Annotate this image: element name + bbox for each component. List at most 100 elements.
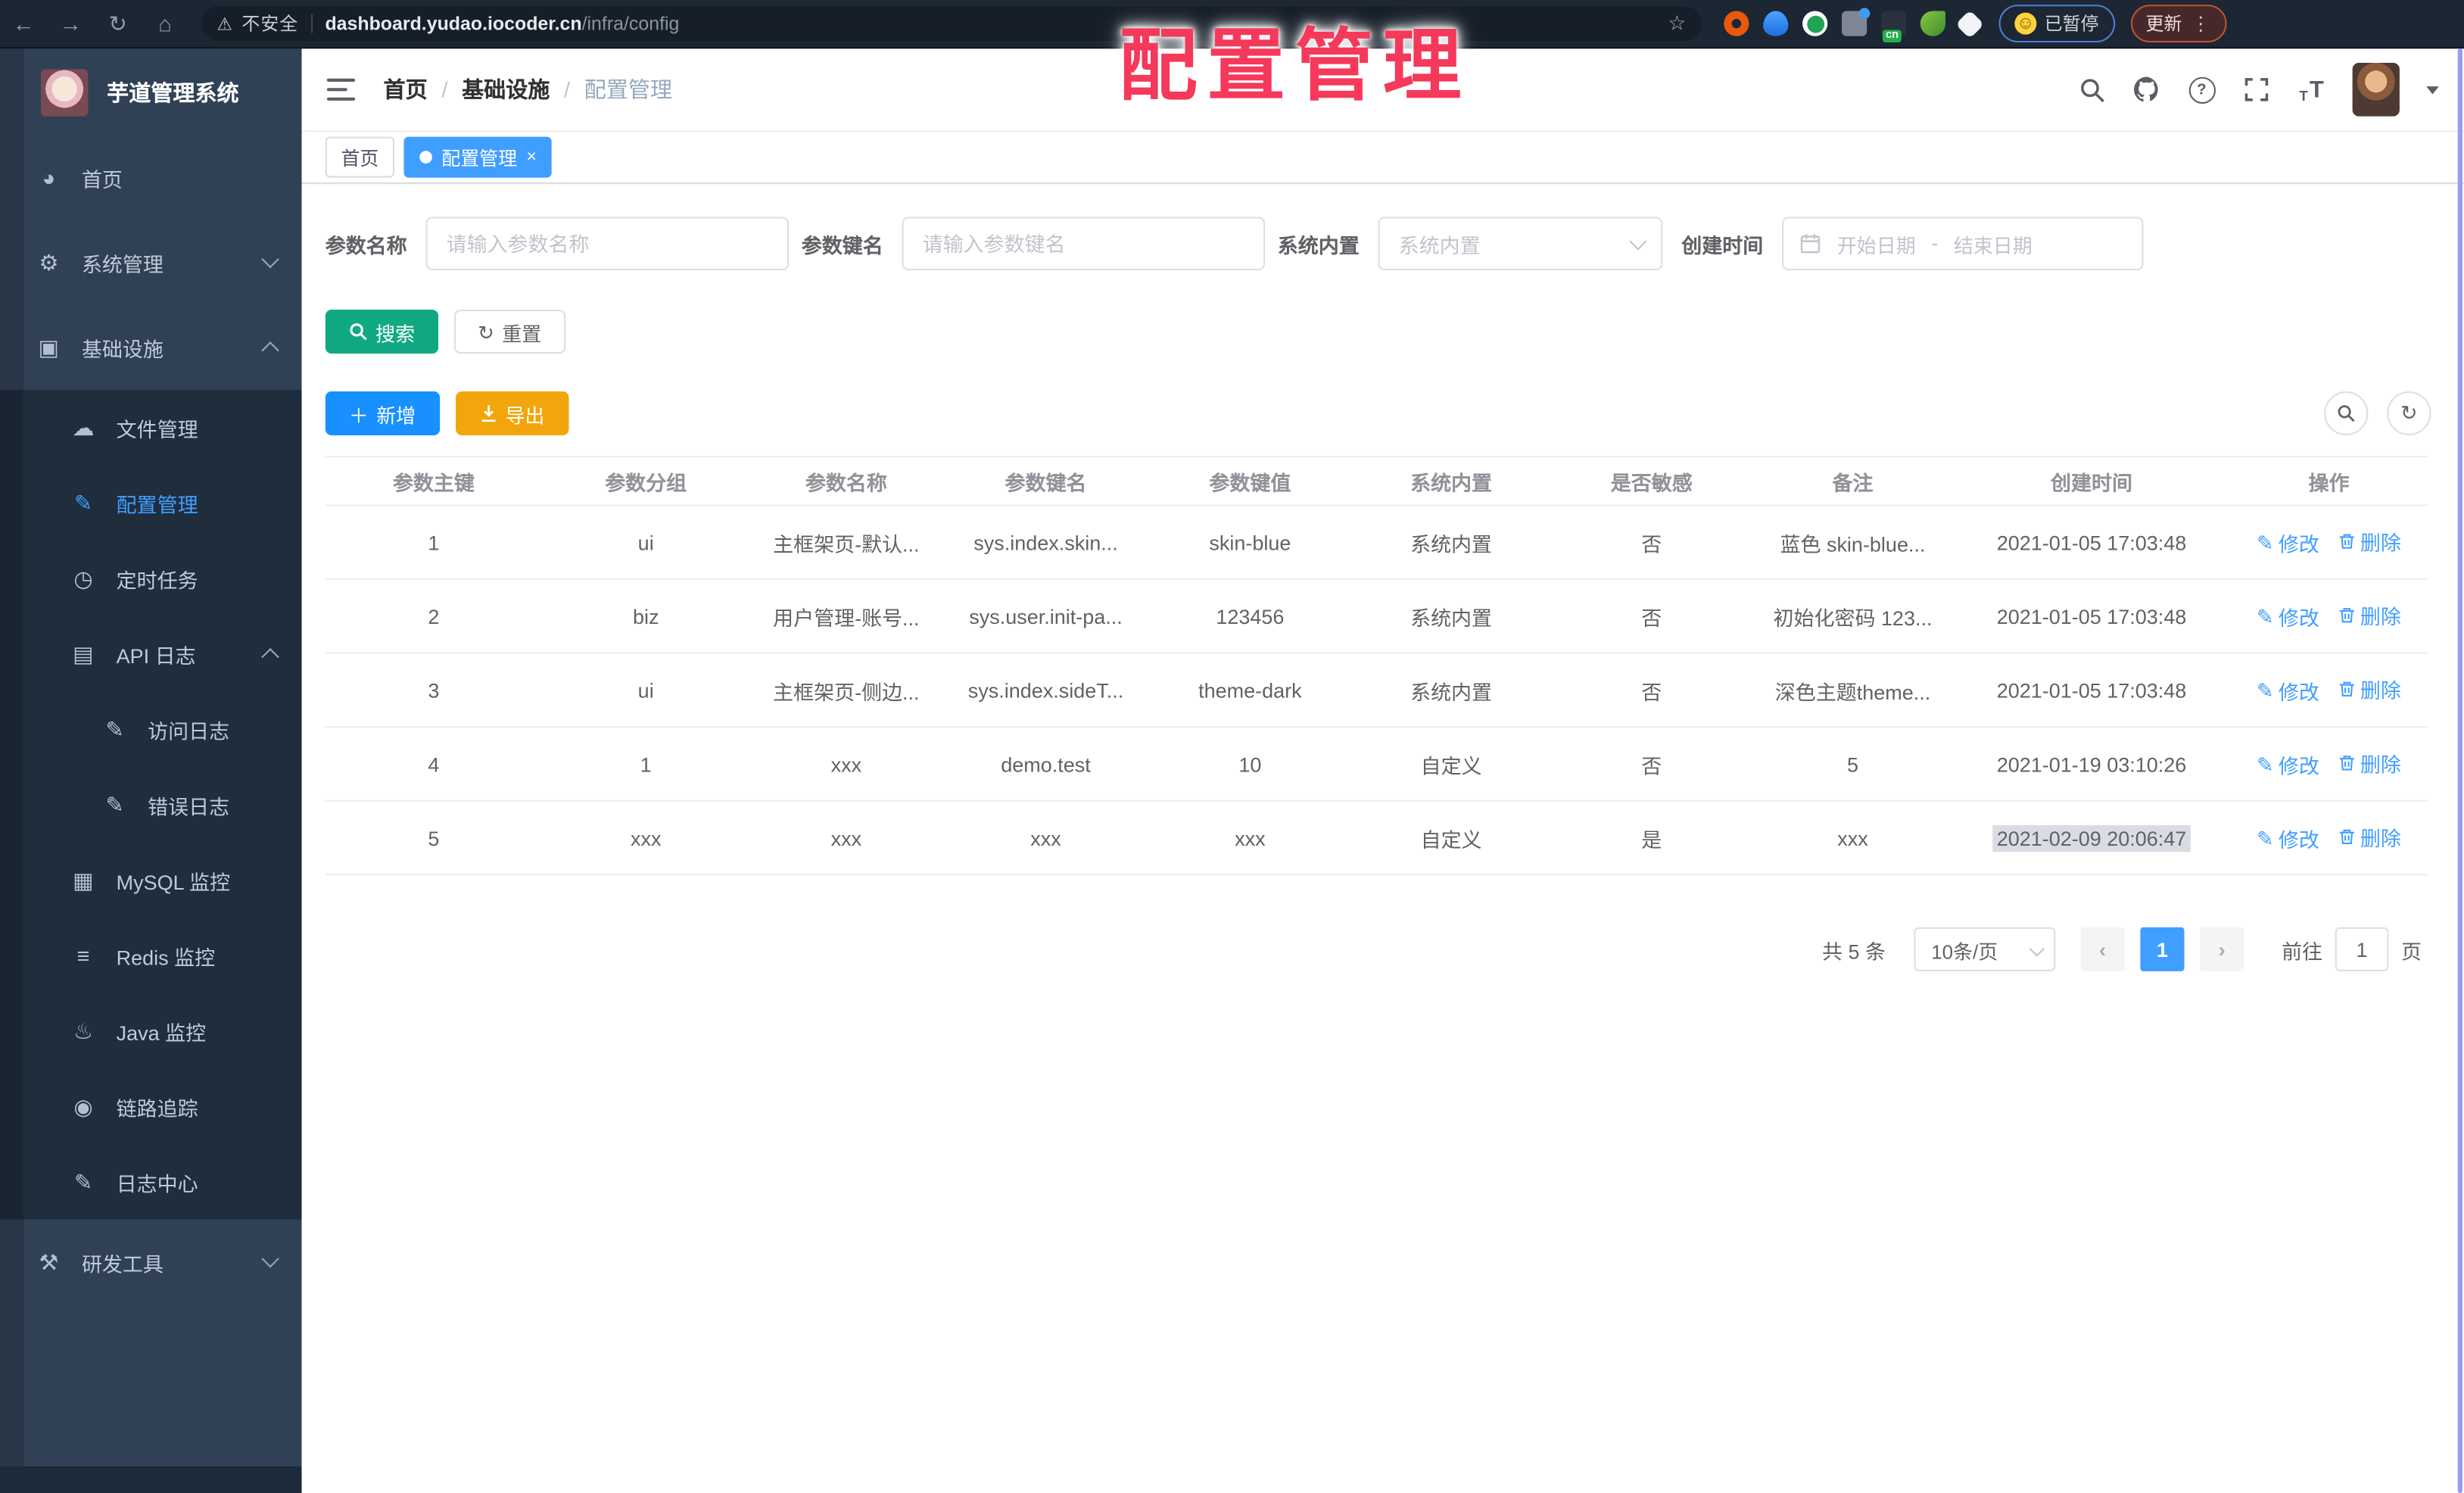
tab-home[interactable]: 首页 [325,136,395,178]
bookmark-star-icon[interactable]: ☆ [1668,11,1686,36]
help-icon[interactable]: ? [2188,76,2216,104]
java-icon: ♨ [73,1018,94,1043]
hide-search-icon-button[interactable] [2324,391,2369,436]
leaf-extension-icon[interactable] [1920,11,1945,36]
sidebar-item-dev-tools[interactable]: ⚒ 研发工具 [0,1220,302,1304]
col-sensitive: 是否敏感 [1550,457,1752,506]
create-time-label: 创建时间 [1681,233,1764,257]
search-button[interactable]: 搜索 [325,309,439,354]
sidebar-item-redis-monitor[interactable]: ≡ Redis 监控 [0,918,302,993]
filter-form: 参数名称 参数键名 系统内置 系统内置 创建时间 [325,217,2441,271]
goto-page: 前往 页 [2282,927,2422,971]
browser-reload-icon[interactable]: ↻ [95,10,142,36]
address-bar[interactable]: ⚠ 不安全 dashboard.yudao.iocoder.cn /infra/… [201,6,1702,41]
sidebar-item-error-log[interactable]: ✎ 错误日志 [0,767,302,843]
page-number-1[interactable]: 1 [2140,927,2185,971]
app-logo[interactable]: 芋道管理系统 [0,48,302,135]
gray-extension-icon[interactable] [1841,8,1871,36]
edit-icon: ✎ [2257,678,2274,703]
param-name-label: 参数名称 [325,233,407,257]
sidebar-item-access-log[interactable]: ✎ 访问日志 [0,691,302,767]
create-time-range-picker[interactable]: 开始日期 - 结束日期 [1782,217,2144,271]
trash-icon [2339,534,2354,549]
sidebar-item-mysql-monitor[interactable]: ▦ MySQL 监控 [0,843,302,918]
font-size-icon[interactable]: TT [2297,76,2325,104]
pin-extension-icon[interactable] [1763,11,1789,36]
puzzle-extension-icon[interactable] [1955,9,1985,39]
reset-button[interactable]: ↻ 重置 [453,309,565,354]
sidebar-item-home[interactable]: ◕ 首页 [0,136,302,220]
screen: ← → ↻ ⌂ ⚠ 不安全 dashboard.yudao.iocoder.cn… [0,0,2464,1493]
edit-link[interactable]: ✎ 修改 [2257,603,2319,632]
calendar-icon [1799,232,1821,254]
delete-link[interactable]: 删除 [2338,748,2401,778]
browser-menu-icon[interactable]: ⋮ [2191,13,2210,35]
orange-extension-icon[interactable] [1724,11,1749,36]
sidebar-item-scheduled-jobs[interactable]: ◷ 定时任务 [0,541,302,616]
access-log-icon: ✎ [105,715,124,741]
table-row: 5 xxx xxx xxx xxx 自定义 是 xxx 2021-02-09 2… [325,800,2428,876]
prev-page-button[interactable]: ‹ [2080,927,2125,971]
next-page-button[interactable]: › [2200,927,2244,971]
sidebar-item-java-monitor[interactable]: ♨ Java 监控 [0,993,302,1069]
start-date-placeholder: 开始日期 [1836,235,1916,257]
browser-extensions [1724,8,1985,43]
sidebar-item-tracing[interactable]: ◉ 链路追踪 [0,1069,302,1145]
chevron-up-icon [261,341,279,360]
sidebar-item-config-manage[interactable]: ✎ 配置管理 [0,465,302,541]
timer-icon: ◷ [73,565,93,591]
col-remark: 备注 [1752,457,1954,506]
delete-link[interactable]: 删除 [2338,821,2401,851]
range-separator: - [1931,232,1939,255]
goto-label: 前往 [2282,939,2323,963]
green-check-extension-icon[interactable] [1802,11,1828,36]
browser-back-icon[interactable]: ← [0,11,47,36]
col-builtin: 系统内置 [1351,457,1551,506]
paused-profile-chip[interactable]: ☺ 已暂停 [1998,5,2115,43]
browser-forward-icon[interactable]: → [47,11,94,36]
fullscreen-icon[interactable] [2242,76,2270,104]
infra-submenu: ☁ 文件管理 ✎ 配置管理 ◷ 定时任务 ▤ API 日志 ✎ 访问日志 ✎ 错… [0,389,302,1220]
export-button[interactable]: 导出 [455,391,568,436]
goto-page-input[interactable] [2335,927,2389,971]
delete-link[interactable]: 删除 [2338,600,2401,629]
col-created: 创建时间 [1953,457,2230,506]
page-size-select[interactable]: 10条/页 [1914,927,2056,971]
param-name-input[interactable] [425,217,790,271]
collapse-sidebar-icon[interactable] [326,78,356,101]
browser-update-button[interactable]: 更新 ⋮ [2129,5,2226,43]
github-icon[interactable] [2132,76,2160,104]
page-scrollbar[interactable] [2457,48,2462,1493]
translate-cn-extension-icon[interactable] [1880,11,1907,43]
param-key-input[interactable] [902,217,1266,271]
param-key-label: 参数键名 [801,233,883,257]
breadcrumb-home[interactable]: 首页 [384,74,428,106]
delete-link[interactable]: 删除 [2338,526,2401,556]
sidebar-item-log-center[interactable]: ✎ 日志中心 [0,1144,302,1220]
user-avatar[interactable] [2352,63,2400,117]
sidebar-item-system[interactable]: ⚙ 系统管理 [0,220,302,305]
sidebar-item-file-manage[interactable]: ☁ 文件管理 [0,390,302,466]
browser-home-icon[interactable]: ⌂ [142,11,188,36]
sidebar-item-infra[interactable]: ▣ 基础设施 [0,305,302,390]
end-date-placeholder: 结束日期 [1953,235,2033,257]
add-button[interactable]: ＋ 新增 [325,391,440,436]
table-row: 1 ui 主框架页-默认... sys.index.skin... skin-b… [325,505,2428,581]
user-menu-caret-icon[interactable] [2426,86,2439,94]
search-icon[interactable] [2077,76,2105,104]
selected-text: 2021-02-09 20:06:47 [1992,824,2191,852]
table-tools: ↻ [2324,391,2431,436]
edit-icon: ✎ [2257,531,2274,555]
builtin-select[interactable]: 系统内置 [1378,217,1663,271]
edit-link[interactable]: ✎ 修改 [2257,676,2319,706]
edit-link[interactable]: ✎ 修改 [2257,528,2319,558]
close-tab-icon[interactable]: × [526,148,536,166]
sidebar-item-api-log[interactable]: ▤ API 日志 [0,616,302,692]
tab-config-manage[interactable]: 配置管理 × [403,136,553,178]
main-area: 首页 / 基础设施 / 配置管理 ? T T 首页 配置管理 × 参数名称 请输… [301,48,2464,1493]
edit-link[interactable]: ✎ 修改 [2257,750,2319,780]
breadcrumb-infra[interactable]: 基础设施 [462,74,550,106]
delete-link[interactable]: 删除 [2338,674,2401,703]
refresh-table-button[interactable]: ↻ [2387,391,2431,436]
edit-link[interactable]: ✎ 修改 [2257,824,2319,853]
